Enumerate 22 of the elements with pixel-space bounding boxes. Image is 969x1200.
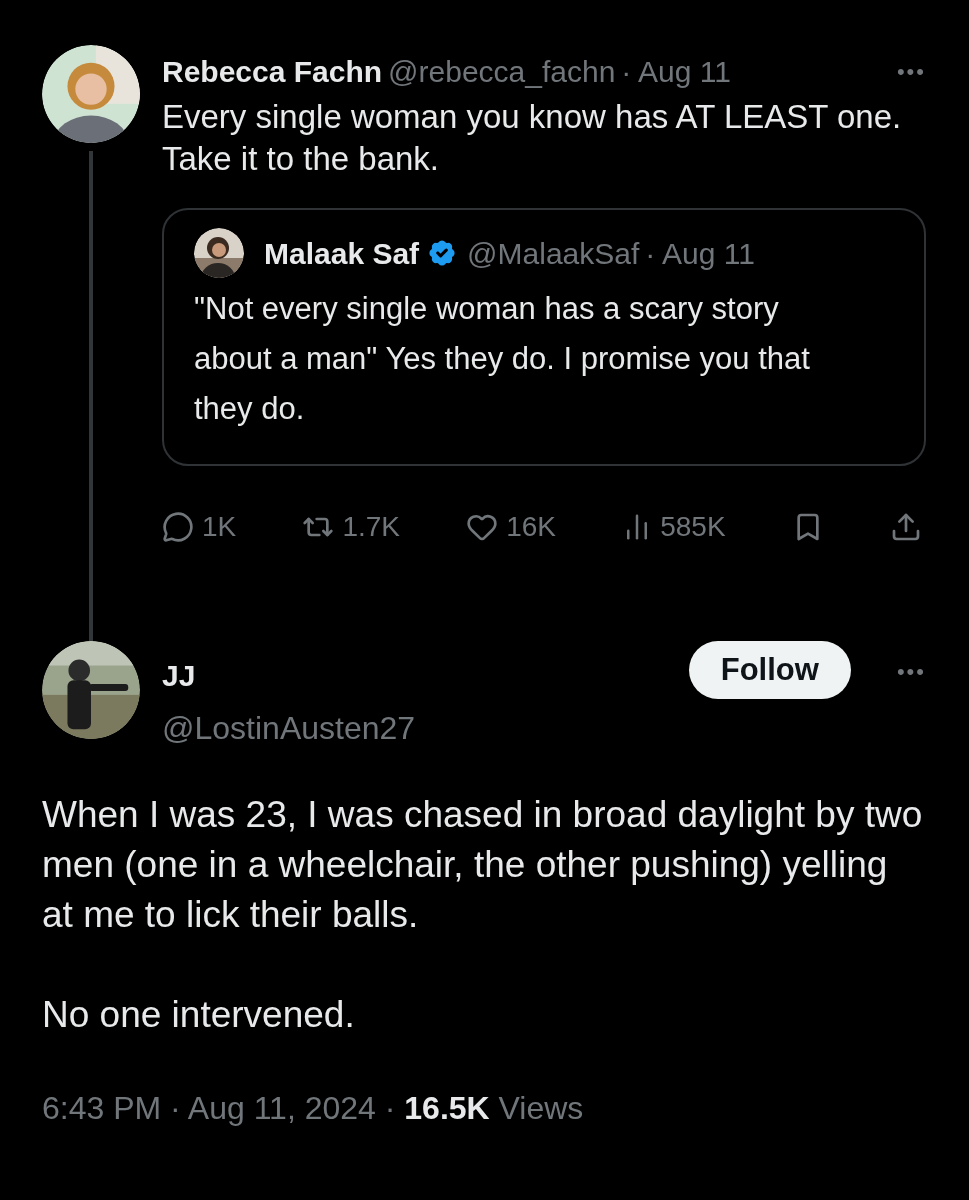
stat-count: 1.7K (342, 510, 401, 544)
more-options-icon[interactable]: ••• (896, 655, 926, 688)
author-handle[interactable]: @LostinAusten27 (162, 704, 416, 752)
quoted-author-name[interactable]: Malaak Saf (264, 230, 420, 276)
post-text: When I was 23, I was chased in broad daylight by two men (one in a wheelchair, the other pushing) yelling at me to lick their balls. (42, 793, 924, 937)
author-name[interactable]: JJ (162, 653, 416, 698)
quoted-post-date[interactable]: · Aug 11 (645, 230, 755, 276)
author-handle[interactable]: @rebecca_fachn (388, 49, 616, 94)
post-date[interactable]: · Aug 11 (621, 49, 731, 94)
author-name[interactable]: Rebecca Fachn (162, 49, 383, 94)
stat-count: 16K (506, 510, 557, 544)
follow-button[interactable]: Follow (688, 641, 851, 699)
post-timestamp: 6:43 PM · Aug 11, 2024 · 16.5K Views (42, 1089, 585, 1128)
post-text: No one intervened. (42, 993, 356, 1037)
more-options-icon[interactable]: ••• (896, 55, 926, 88)
quoted-post-card[interactable]: Malaak Saf @MalaakSaf · Aug 11 "Not every single woman has a scary story about a man" Yes they do. I promise you that they do. (162, 208, 926, 466)
reply-icon[interactable] (162, 511, 194, 543)
stat-count: 1K (202, 510, 237, 544)
quoted-author-handle[interactable]: @MalaakSaf (467, 230, 640, 276)
post-text: Every single woman you know has AT LEAST one. Take it to the bank. (162, 97, 903, 179)
stat-count: 585K (660, 510, 726, 544)
quoted-post-text: "Not every single woman has a scary story about a man" Yes they do. I promise you that they do. (194, 290, 811, 428)
